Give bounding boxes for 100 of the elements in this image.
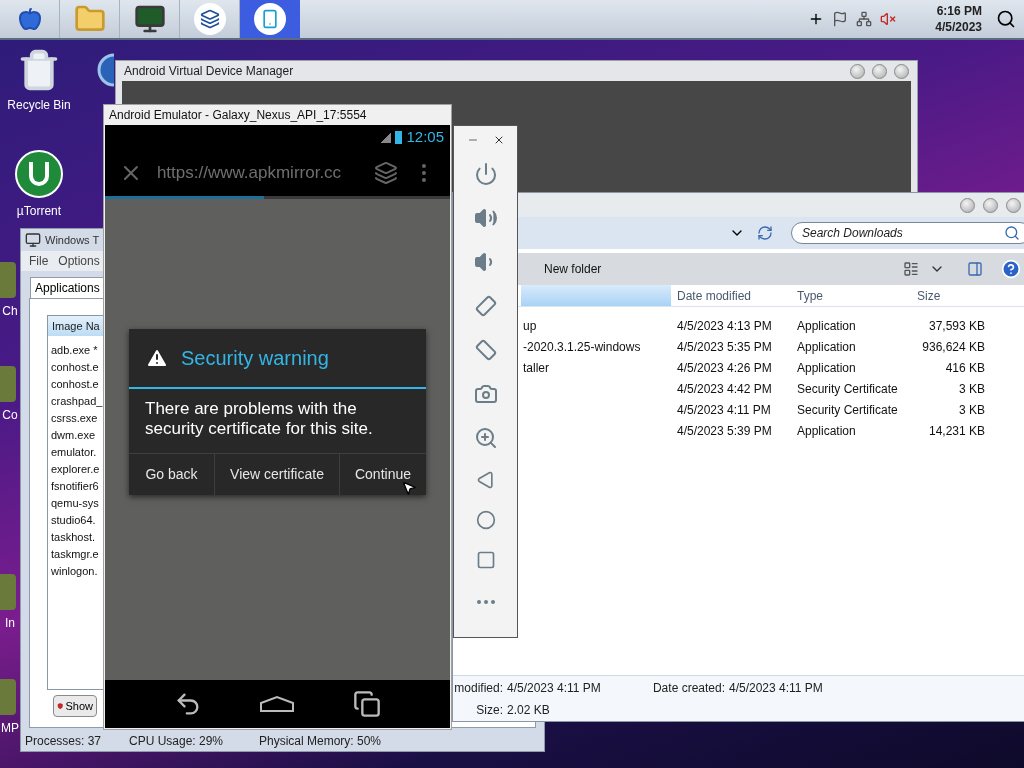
desktop-icon-label[interactable]: Ch [2, 302, 18, 320]
size-cell-text: 936,624 KB [921, 338, 986, 356]
size-cell-text: 14,231 KB [927, 422, 986, 440]
column-header[interactable]: Size [911, 286, 1021, 305]
date-cell-text: 4/5/2023 4:13 PM [676, 317, 773, 335]
clock-date: 4/5/2023 [935, 19, 982, 35]
process-name[interactable]: studio64. [48, 512, 99, 529]
type-cell-text: Application [796, 359, 857, 377]
process-name[interactable]: winlogon. [48, 563, 101, 580]
detail-value: 2.02 KB [507, 701, 551, 719]
status-text: Processes: 37 [24, 733, 103, 750]
power-icon[interactable] [473, 162, 498, 186]
column-header[interactable]: Image Na [52, 317, 100, 335]
process-name[interactable]: dwm.exe [48, 427, 99, 444]
date-cell-text: 4/5/2023 4:26 PM [676, 359, 773, 377]
flag-icon[interactable] [832, 11, 848, 27]
window-control[interactable] [894, 63, 909, 79]
search-icon[interactable] [996, 9, 1016, 29]
process-name[interactable]: emulator. [48, 444, 100, 461]
date-cell-text: 4/5/2023 4:42 PM [676, 380, 773, 398]
menu-item[interactable]: Options [58, 252, 100, 270]
detail-label: Size: [475, 701, 503, 719]
status-text: Physical Memory: 50% [259, 733, 382, 750]
type-cell-text: Security Certificate [796, 401, 899, 419]
window-title: Android Virtual Device Manager [124, 63, 294, 80]
rotate-left-icon[interactable] [473, 294, 498, 318]
taskbar-button[interactable] [240, 0, 300, 38]
network-icon[interactable] [856, 11, 872, 27]
window-title: Windows T [45, 232, 100, 248]
desktop-icon-label[interactable]: MP [1, 719, 19, 737]
process-name[interactable]: taskhost. [48, 529, 99, 546]
file-name[interactable]: up [523, 318, 537, 333]
column-header[interactable]: Type [791, 286, 911, 305]
process-name[interactable]: fsnotifier6 [48, 478, 102, 495]
process-name[interactable]: conhost.e [48, 359, 102, 376]
phone-icon[interactable] [254, 3, 286, 35]
new-folder-button[interactable]: New folder [544, 260, 602, 278]
studio-icon[interactable] [193, 3, 226, 35]
desktop-icon-label[interactable]: µTorrent [16, 202, 62, 220]
dialog-title: Security warning [181, 345, 329, 371]
clock-time: 6:16 PM [936, 3, 982, 19]
process-name[interactable]: crashpad_ [48, 393, 106, 410]
file-name[interactable]: taller [523, 360, 549, 375]
dialog-message: There are problems with the security certificate for this site. [144, 397, 374, 440]
file-name[interactable]: -2020.3.1.25-windows [523, 339, 641, 354]
monitor-icon [25, 232, 41, 248]
overview-icon[interactable] [475, 550, 496, 570]
type-cell-text: Application [796, 422, 857, 440]
window-control[interactable] [872, 63, 887, 79]
window-control[interactable] [850, 63, 865, 79]
type-cell-text: Security Certificate [796, 380, 899, 398]
volume-up-icon[interactable] [473, 206, 498, 230]
camera-icon[interactable] [473, 382, 498, 406]
type-cell-text: Application [796, 317, 857, 335]
rotate-right-icon[interactable] [473, 338, 498, 362]
process-name[interactable]: conhost.e [48, 376, 102, 393]
show-processes-button[interactable]: Show [53, 695, 97, 717]
process-name[interactable]: qemu-sys [48, 495, 102, 512]
speaker-muted-icon[interactable] [880, 11, 896, 27]
tabs-icon[interactable] [374, 161, 399, 185]
size-cell-text: 37,593 KB [927, 317, 986, 335]
status-text: CPU Usage: 29% [129, 733, 225, 750]
date-cell-text: 4/5/2023 5:35 PM [676, 338, 773, 356]
add-icon[interactable] [808, 11, 824, 27]
detail-value: 4/5/2023 4:11 PM [729, 679, 824, 697]
window-control[interactable] [983, 197, 998, 213]
dialog-button[interactable]: Continue [340, 453, 426, 495]
process-name[interactable]: explorer.e [48, 461, 103, 478]
zoom-icon[interactable] [473, 426, 498, 450]
dialog-button[interactable]: View certificate [214, 453, 340, 495]
help-icon[interactable] [1001, 259, 1021, 279]
recent-apps-icon[interactable] [353, 690, 382, 718]
home-icon[interactable] [259, 695, 296, 713]
torrent-icon[interactable] [15, 150, 63, 198]
monitor-icon[interactable] [133, 3, 166, 35]
size-cell-text: 416 KB [944, 359, 986, 377]
size-cell-text: 3 KB [958, 401, 986, 419]
desktop-icon-label[interactable]: Co [2, 406, 18, 424]
detail-label: modified: [453, 679, 503, 697]
date-cell-text: 4/5/2023 5:39 PM [676, 422, 773, 440]
view-icon[interactable] [903, 261, 919, 277]
search-field[interactable]: Search Downloads [791, 222, 1024, 244]
desktop-icon-label[interactable]: Recycle Bin [7, 96, 71, 114]
window-control[interactable] [1006, 197, 1021, 213]
desktop-icon-label[interactable]: In [5, 614, 15, 632]
column-header[interactable]: Date modified [671, 286, 791, 305]
process-name[interactable]: adb.exe * [48, 342, 101, 359]
detail-label: Date created: [651, 679, 725, 697]
apple-icon[interactable] [17, 7, 42, 31]
menu-item[interactable]: File [29, 252, 49, 270]
process-name[interactable]: taskmgr.e [48, 546, 102, 563]
status-clock: 12:05 [406, 127, 444, 148]
detail-value: 4/5/2023 4:11 PM [507, 679, 602, 697]
tab[interactable]: Applications [30, 277, 105, 298]
refresh-icon[interactable] [757, 225, 773, 241]
window-control[interactable] [960, 197, 975, 213]
process-name[interactable]: csrss.exe [48, 410, 101, 427]
dialog-button[interactable]: Go back [129, 453, 214, 495]
mouse-cursor-icon [401, 480, 417, 496]
preview-pane-icon[interactable] [967, 261, 983, 277]
